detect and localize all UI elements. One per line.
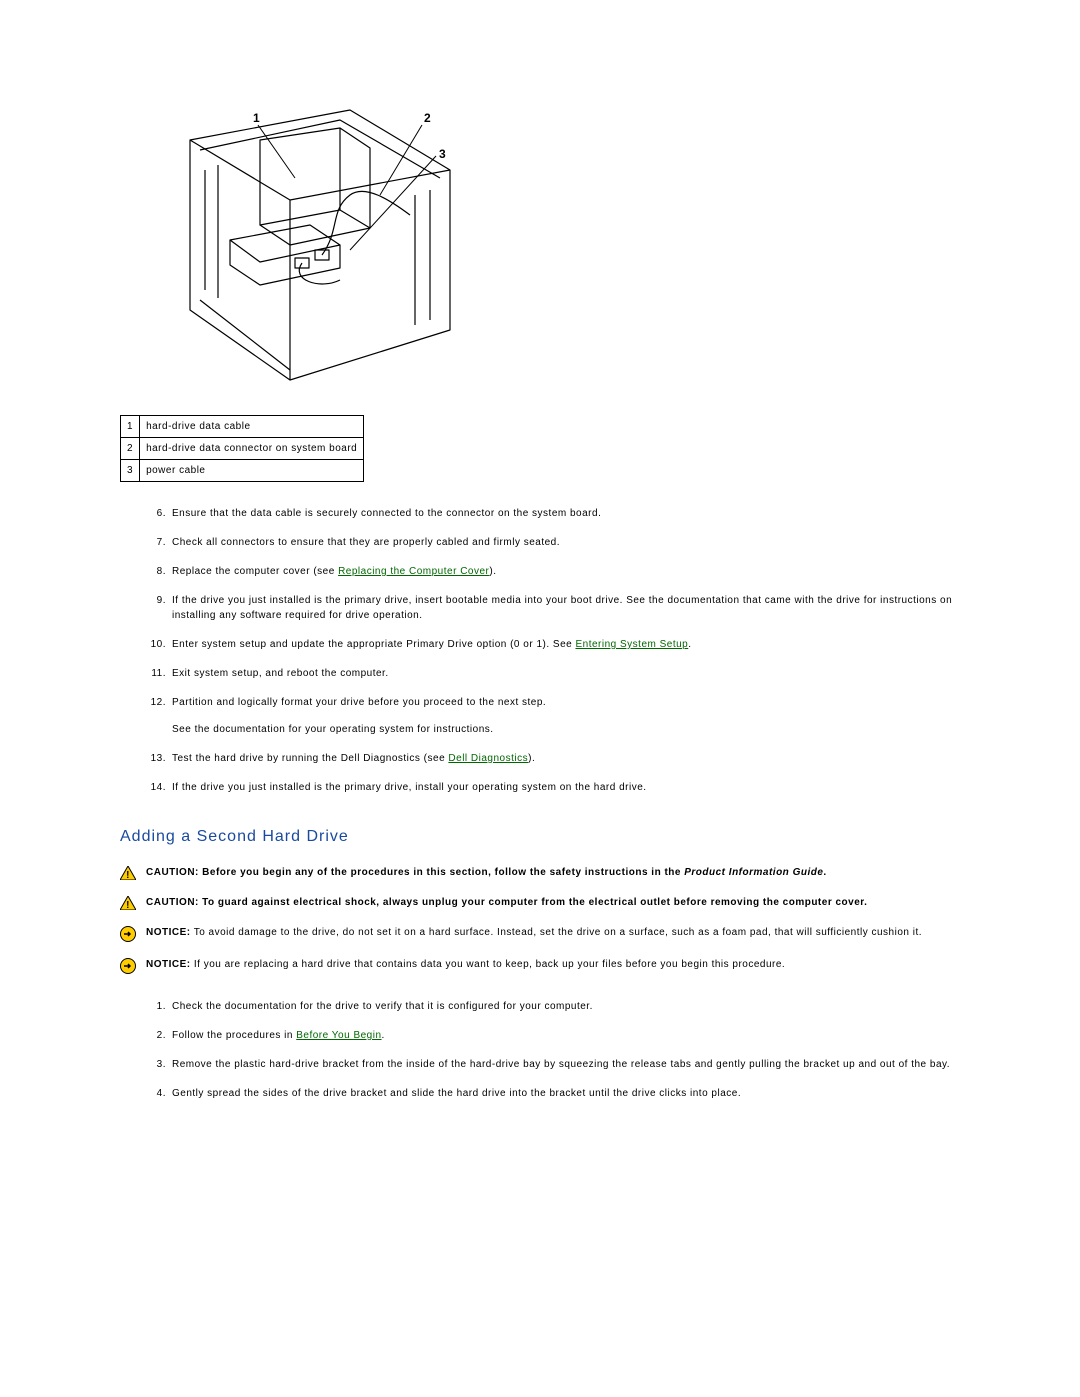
list-item: 4.Gently spread the sides of the drive b…	[150, 1086, 960, 1101]
caution-row: ! CAUTION: To guard against electrical s…	[120, 895, 960, 915]
table-row: 2 hard-drive data connector on system bo…	[121, 438, 364, 460]
list-item: 1.Check the documentation for the drive …	[150, 999, 960, 1014]
caution-icon: !	[120, 895, 146, 915]
list-item: 14.If the drive you just installed is th…	[150, 780, 960, 795]
caution-row: ! CAUTION: Before you begin any of the p…	[120, 865, 960, 885]
callout-1: 1	[253, 111, 260, 125]
callout-3: 3	[439, 147, 446, 161]
link-replacing-cover[interactable]: Replacing the Computer Cover	[338, 566, 489, 577]
list-item: 13.Test the hard drive by running the De…	[150, 751, 960, 766]
table-row: 3 power cable	[121, 460, 364, 482]
link-dell-diagnostics[interactable]: Dell Diagnostics	[448, 753, 528, 764]
case-svg: 1 2 3	[140, 100, 470, 390]
notice-icon	[120, 925, 146, 947]
notice-icon	[120, 957, 146, 979]
legend-label: hard-drive data connector on system boar…	[140, 438, 364, 460]
list-item: 3.Remove the plastic hard-drive bracket …	[150, 1057, 960, 1072]
list-item: 10.Enter system setup and update the app…	[150, 637, 960, 652]
link-system-setup[interactable]: Entering System Setup	[575, 639, 688, 650]
legend-num: 3	[121, 460, 140, 482]
diagram-computer-case: 1 2 3	[140, 100, 960, 395]
step-list-a: 6.Ensure that the data cable is securely…	[150, 506, 960, 795]
list-item: 12.Partition and logically format your d…	[150, 695, 960, 737]
svg-text:!: !	[126, 900, 130, 910]
list-item: 2.Follow the procedures in Before You Be…	[150, 1028, 960, 1043]
notice-row: NOTICE: If you are replacing a hard driv…	[120, 957, 960, 979]
svg-text:!: !	[126, 870, 130, 880]
notice-row: NOTICE: To avoid damage to the drive, do…	[120, 925, 960, 947]
legend-num: 2	[121, 438, 140, 460]
list-item: 6.Ensure that the data cable is securely…	[150, 506, 960, 521]
caution-icon: !	[120, 865, 146, 885]
list-item: 7.Check all connectors to ensure that th…	[150, 535, 960, 550]
list-item: 11.Exit system setup, and reboot the com…	[150, 666, 960, 681]
legend-label: power cable	[140, 460, 364, 482]
list-item: 9.If the drive you just installed is the…	[150, 593, 960, 623]
link-before-you-begin[interactable]: Before You Begin	[296, 1030, 381, 1041]
legend-label: hard-drive data cable	[140, 416, 364, 438]
callout-2: 2	[424, 111, 431, 125]
step-list-b: 1.Check the documentation for the drive …	[150, 999, 960, 1101]
table-row: 1 hard-drive data cable	[121, 416, 364, 438]
legend-num: 1	[121, 416, 140, 438]
section-heading: Adding a Second Hard Drive	[120, 825, 960, 849]
legend-table: 1 hard-drive data cable 2 hard-drive dat…	[120, 415, 364, 482]
list-item: 8.Replace the computer cover (see Replac…	[150, 564, 960, 579]
